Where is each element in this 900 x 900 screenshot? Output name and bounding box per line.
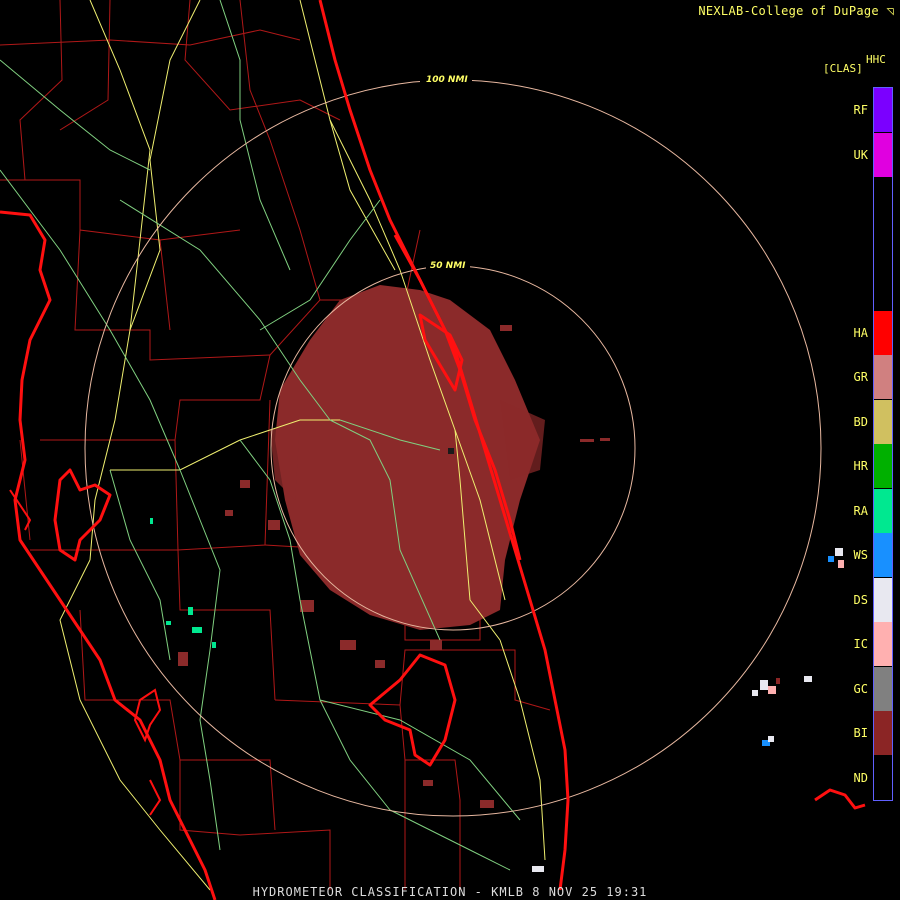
legend-swatch-ra <box>874 488 892 533</box>
product-unit: [CLAS] <box>823 62 863 75</box>
legend-label-bd: BD <box>853 414 868 429</box>
legend-label-ra: RA <box>853 503 868 518</box>
legend-swatch-ws <box>874 533 892 577</box>
legend-swatch-gr <box>874 355 892 399</box>
legend-label-bi: BI <box>853 726 868 740</box>
radar-map: 100 NMI 50 NMI <box>0 0 866 900</box>
ring-label-50: 50 NMI <box>430 261 466 271</box>
legend-swatch-blank-4 <box>874 266 892 310</box>
legend-swatch-nd <box>874 755 892 800</box>
legend-swatch-uk <box>874 132 892 177</box>
legend-swatch-bi <box>874 711 892 755</box>
credit-text: NEXLAB-College of DuPage <box>698 4 879 18</box>
legend-swatch-ic <box>874 622 892 666</box>
legend-swatch-rf <box>874 88 892 132</box>
legend-swatch-blank-2 <box>874 177 892 221</box>
source-credit: NEXLAB-College of DuPage ◹ <box>698 4 894 18</box>
legend-label-uk: UK <box>853 147 868 162</box>
legend-swatch-hr <box>874 444 892 488</box>
legend-label-ic: IC <box>853 637 868 651</box>
credit-mark-icon: ◹ <box>886 4 894 18</box>
legend-swatch-ds <box>874 577 892 622</box>
legend-label-gr: GR <box>853 370 868 384</box>
legend-label-hr: HR <box>853 459 868 473</box>
legend-label-nd: ND <box>853 770 868 785</box>
legend-swatch-bd <box>874 399 892 444</box>
legend-label-rf: RF <box>853 103 868 117</box>
product-title: HYDROMETEOR CLASSIFICATION - KMLB 8 NOV … <box>252 885 648 899</box>
legend-swatch-blank-3 <box>874 221 892 266</box>
ring-label-100: 100 NMI <box>426 75 468 85</box>
legend-label-ha: HA <box>853 325 868 340</box>
legend-swatch-ha <box>874 310 892 355</box>
legend-label-ds: DS <box>853 592 868 607</box>
legend-swatch-gc <box>874 666 892 711</box>
legend-label-ws: WS <box>853 548 868 562</box>
legend-color-bar <box>873 87 893 801</box>
product-code: HHC <box>866 53 886 66</box>
legend-label-gc: GC <box>853 681 868 696</box>
